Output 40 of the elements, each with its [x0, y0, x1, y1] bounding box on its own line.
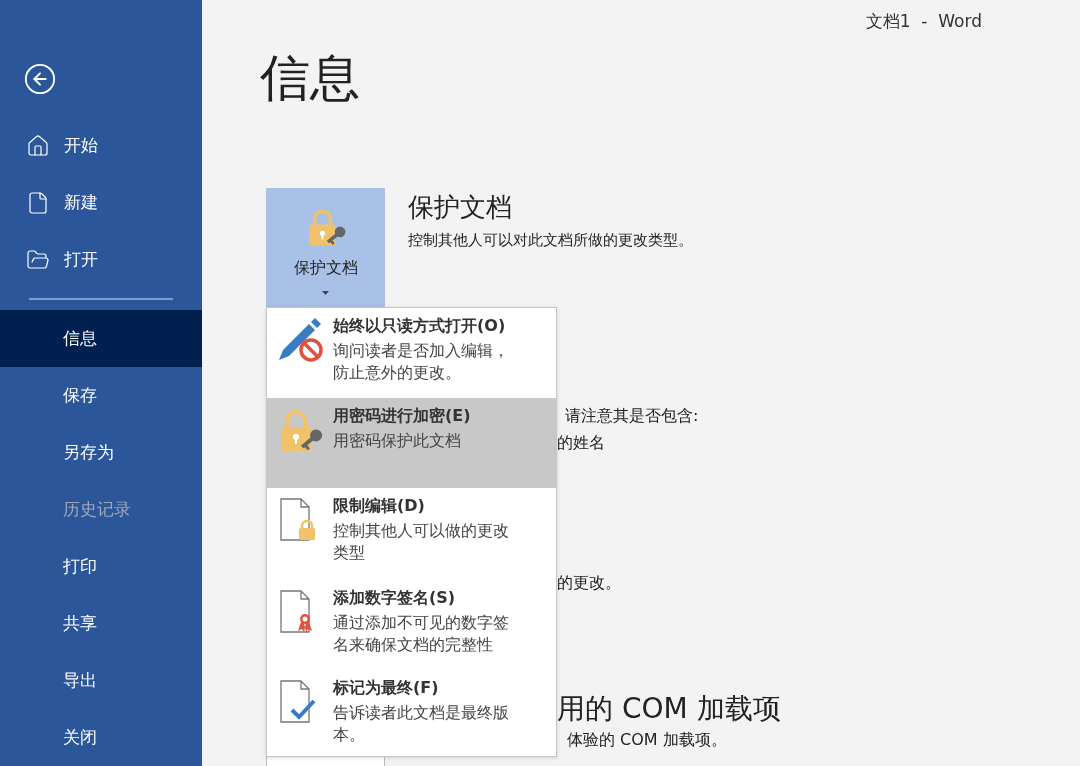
- back-button[interactable]: [23, 62, 57, 96]
- sidebar-item[interactable]: 关闭: [0, 708, 202, 766]
- menu-item-title: 添加数字签名(S): [333, 588, 457, 609]
- sidebar-item[interactable]: 开始: [0, 117, 202, 174]
- menu-item-description: 通过添加不可见的数字签名来确保文档的完整性: [333, 612, 510, 656]
- menu-item[interactable]: 标记为最终(F) 告诉读者此文档是最终版本。: [267, 670, 556, 756]
- menu-item-title: 标记为最终(F): [333, 678, 440, 699]
- sidebar-item[interactable]: 信息: [0, 309, 202, 367]
- sidebar-item[interactable]: 保存: [0, 366, 202, 424]
- changes-text: 的更改。: [557, 573, 621, 594]
- window-title: 文档1 - Word: [865, 10, 982, 33]
- sidebar-item[interactable]: 打印: [0, 537, 202, 595]
- menu-item-description: 用密码保护此文档: [333, 430, 462, 452]
- sidebar-item[interactable]: 导出: [0, 651, 202, 709]
- menu-item[interactable]: 始终以只读方式打开(O) 询问读者是否加入编辑，防止意外的更改。: [267, 308, 556, 398]
- menu-item[interactable]: 限制编辑(D) 控制其他人可以做的更改类型: [267, 488, 556, 580]
- sidebar-item[interactable]: 共享: [0, 594, 202, 652]
- menu-item-title: 始终以只读方式打开(O): [333, 316, 507, 337]
- section-description: 体验的 COM 加载项。: [567, 730, 727, 751]
- sidebar-item[interactable]: 打开: [0, 231, 202, 288]
- menu-item-description: 控制其他人可以做的更改类型: [333, 520, 510, 564]
- sidebar-item[interactable]: 另存为: [0, 423, 202, 481]
- menu-item-description: 询问读者是否加入编辑，防止意外的更改。: [333, 340, 510, 384]
- caret-icon: [322, 291, 329, 295]
- menu-item[interactable]: 用密码进行加密(E) 用密码保护此文档: [267, 398, 556, 488]
- protect-document-button[interactable]: 保护文档: [266, 188, 385, 308]
- folder-icon: [26, 247, 50, 272]
- section-description: 控制其他人可以对此文档所做的更改类型。: [408, 231, 693, 250]
- menu-item-description: 告诉读者此文档是最终版本。: [333, 702, 510, 746]
- section-title: 保护文档: [408, 191, 513, 224]
- menu-item[interactable]: 添加数字签名(S) 通过添加不可见的数字签名来确保文档的完整性: [267, 580, 556, 670]
- page-heading: 信息: [260, 48, 361, 109]
- inspect-note: 请注意其是否包含:: [565, 406, 699, 427]
- author-text: 的姓名: [557, 433, 605, 454]
- sidebar-item[interactable]: 新建: [0, 174, 202, 231]
- section-title: 用的 COM 加载项: [557, 691, 781, 727]
- menu-item-title: 限制编辑(D): [333, 496, 426, 517]
- document-icon: [26, 190, 50, 215]
- menu-item-title: 用密码进行加密(E): [333, 406, 472, 427]
- home-icon: [26, 133, 50, 158]
